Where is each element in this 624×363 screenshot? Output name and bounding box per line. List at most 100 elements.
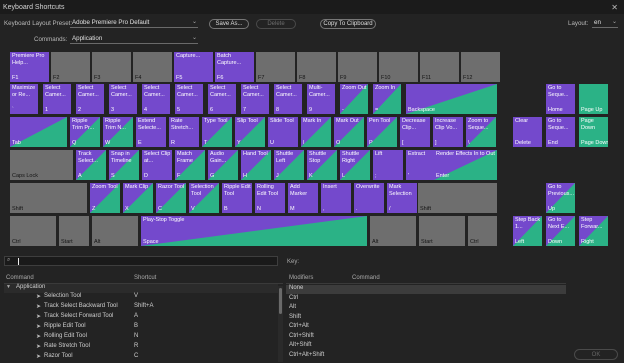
key-ctrl-76[interactable]: Ctrl xyxy=(468,216,497,246)
command-row[interactable]: ➤ Rate Stretch Tool R xyxy=(4,343,278,352)
key-p-37[interactable]: Pen Tool P xyxy=(367,117,397,147)
key-page-down-43[interactable]: Page Down Page Down xyxy=(579,117,608,147)
key-space-73[interactable]: Play-Stop Toggle Space xyxy=(141,216,367,246)
command-row[interactable]: ➤ Selection Tool V xyxy=(4,293,278,302)
key--40[interactable]: Zoom to Seque... \ xyxy=(466,117,496,147)
key-z-58[interactable]: Zoom Tool Z xyxy=(90,183,120,213)
key-f1-0[interactable]: Premiere Pro Help... F1 xyxy=(10,52,49,82)
key-down-78[interactable]: Go to Next E... Down xyxy=(546,216,575,246)
key-4-16[interactable]: Select Camer... 4 xyxy=(142,84,170,114)
key-5-17[interactable]: Select Camer... 5 xyxy=(175,84,203,114)
key-enter-56[interactable]: Render Effects In to Out Enter xyxy=(434,150,497,180)
key-left-77[interactable]: Step Back 1... Left xyxy=(513,216,542,246)
key-j-51[interactable]: Shuttle Left J xyxy=(274,150,304,180)
key-t-32[interactable]: Type Tool T xyxy=(202,117,232,147)
key-f2-1[interactable]: F2 xyxy=(51,52,90,82)
command-row[interactable]: ➤ Track Select Backward Tool Shift+A xyxy=(4,303,278,312)
key-v-61[interactable]: Selection Tool V xyxy=(189,183,219,213)
shortcut-column-header[interactable]: Shortcut xyxy=(134,275,156,281)
key--66[interactable]: Overwrite. xyxy=(354,183,384,213)
key-alt-72[interactable]: Alt xyxy=(92,216,138,246)
key-n-63[interactable]: Rolling Edit Tool N xyxy=(255,183,285,213)
key-i-35[interactable]: Mark In I xyxy=(301,117,331,147)
key-y-33[interactable]: Slip Tool Y xyxy=(235,117,265,147)
key-m-64[interactable]: Add Marker M xyxy=(288,183,318,213)
key-f11-10[interactable]: F11 xyxy=(420,52,459,82)
key-s-46[interactable]: Snap in Timeline S xyxy=(109,150,139,180)
key-h-50[interactable]: Hand Tool H xyxy=(241,150,271,180)
key--67[interactable]: Mark Selection / xyxy=(387,183,417,213)
key-f6-5[interactable]: Batch Capture... F6 xyxy=(215,52,254,82)
commands-select[interactable]: Application ⌄ xyxy=(70,34,198,44)
key-right-79[interactable]: Step Forwar... Right xyxy=(579,216,608,246)
key-f8-7[interactable]: F8 xyxy=(297,52,336,82)
key-delete-41[interactable]: Clear Delete xyxy=(513,117,542,147)
modifier-row[interactable]: Ctrl+Alt+Shift xyxy=(286,352,566,361)
key-home-25[interactable]: Go to Seque... Home xyxy=(546,84,575,114)
key--54[interactable]: Lift; xyxy=(373,150,403,180)
key-9-21[interactable]: Multi-Camer... 9 xyxy=(307,84,335,114)
key--12[interactable]: Maximize or Re... ` xyxy=(10,84,38,114)
delete-button[interactable]: Delete xyxy=(256,19,296,29)
key-f5-4[interactable]: Capture... F5 xyxy=(174,52,213,82)
modifier-row[interactable]: Alt+Shift xyxy=(286,342,566,351)
modifier-row[interactable]: None xyxy=(286,285,566,294)
key-3-15[interactable]: Select Camer... 3 xyxy=(109,84,137,114)
key-k-52[interactable]: Shuttle Stop K xyxy=(307,150,337,180)
key-f9-8[interactable]: F9 xyxy=(338,52,377,82)
key-f4-3[interactable]: F4 xyxy=(133,52,172,82)
modifier-row[interactable]: Ctrl+Shift xyxy=(286,333,566,342)
key-w-29[interactable]: Ripple Trim N... W xyxy=(103,117,133,147)
modifier-row[interactable]: Alt xyxy=(286,304,566,313)
key-alt-74[interactable]: Alt xyxy=(370,216,416,246)
key-end-42[interactable]: Go to Seque... End xyxy=(546,117,575,147)
key-shift-68[interactable]: Shift xyxy=(418,183,497,213)
key-2-14[interactable]: Select Camer... 2 xyxy=(76,84,104,114)
key-1-13[interactable]: Select Camer... 1 xyxy=(43,84,71,114)
key-page-up-26[interactable]: Page Up xyxy=(579,84,608,114)
key-shift-57[interactable]: Shift xyxy=(10,183,87,213)
key-ctrl-70[interactable]: Ctrl xyxy=(10,216,56,246)
key-backspace-24[interactable]: Backspace xyxy=(406,84,497,114)
key--55[interactable]: Extract ' xyxy=(406,150,436,180)
key-up-69[interactable]: Go to Previous... Up xyxy=(546,183,575,213)
key-u-34[interactable]: Slide Tool U xyxy=(268,117,298,147)
key-start-75[interactable]: Start xyxy=(419,216,465,246)
key-a-45[interactable]: Track Select... A xyxy=(76,150,106,180)
key-f7-6[interactable]: F7 xyxy=(256,52,295,82)
key-6-18[interactable]: Select Camer... 6 xyxy=(208,84,236,114)
command-row[interactable]: ➤ Razor Tool C xyxy=(4,353,278,362)
key-c-60[interactable]: Razor Tool C xyxy=(156,183,186,213)
key-r-31[interactable]: Rate Stretch... R xyxy=(169,117,199,147)
key-7-19[interactable]: Select Camer... 7 xyxy=(241,84,269,114)
key-e-30[interactable]: Extend Selecte... E xyxy=(136,117,166,147)
command-column-header[interactable]: Command xyxy=(6,275,34,281)
modifiers-column-header[interactable]: Modifiers xyxy=(289,275,313,281)
key-q-28[interactable]: Ripple Trim Pr... Q xyxy=(70,117,100,147)
key-g-49[interactable]: Audio Gain... G xyxy=(208,150,238,180)
key-start-71[interactable]: Start xyxy=(59,216,89,246)
key--39[interactable]: Increase Clip Vo...] xyxy=(433,117,463,147)
ok-button[interactable]: OK xyxy=(574,349,618,360)
scrollbar-thumb[interactable] xyxy=(279,288,282,314)
copy-to-clipboard-button[interactable]: Copy To Clipboard xyxy=(320,19,376,29)
preset-select[interactable]: Adobe Premiere Pro Default ⌄ xyxy=(70,18,198,28)
command-row[interactable]: ➤ Track Select Forward Tool A xyxy=(4,313,278,322)
key-f12-11[interactable]: F12 xyxy=(461,52,500,82)
modifier-row[interactable]: Ctrl+Alt xyxy=(286,323,566,332)
modifier-row[interactable]: Shift xyxy=(286,314,566,323)
key-d-47[interactable]: Select Clip at... D xyxy=(142,150,172,180)
key-8-20[interactable]: Select Camer... 8 xyxy=(274,84,302,114)
key-tab-27[interactable]: Tab xyxy=(10,117,67,147)
modifier-row[interactable]: Ctrl xyxy=(286,295,566,304)
key--22[interactable]: Zoom Out - xyxy=(340,84,368,114)
command-row[interactable]: ➤ Ripple Edit Tool B xyxy=(4,323,278,332)
key--38[interactable]: Decrease Clip... [ xyxy=(400,117,430,147)
key-f-48[interactable]: Match Frame F xyxy=(175,150,205,180)
key-command-column-header[interactable]: Command xyxy=(352,275,380,281)
key-f3-2[interactable]: F3 xyxy=(92,52,131,82)
layout-select[interactable]: en ⌄ xyxy=(592,18,618,28)
key-x-59[interactable]: Mark Clip X xyxy=(123,183,153,213)
key--23[interactable]: Zoom In = xyxy=(373,84,401,114)
key--65[interactable]: Insert, xyxy=(321,183,351,213)
